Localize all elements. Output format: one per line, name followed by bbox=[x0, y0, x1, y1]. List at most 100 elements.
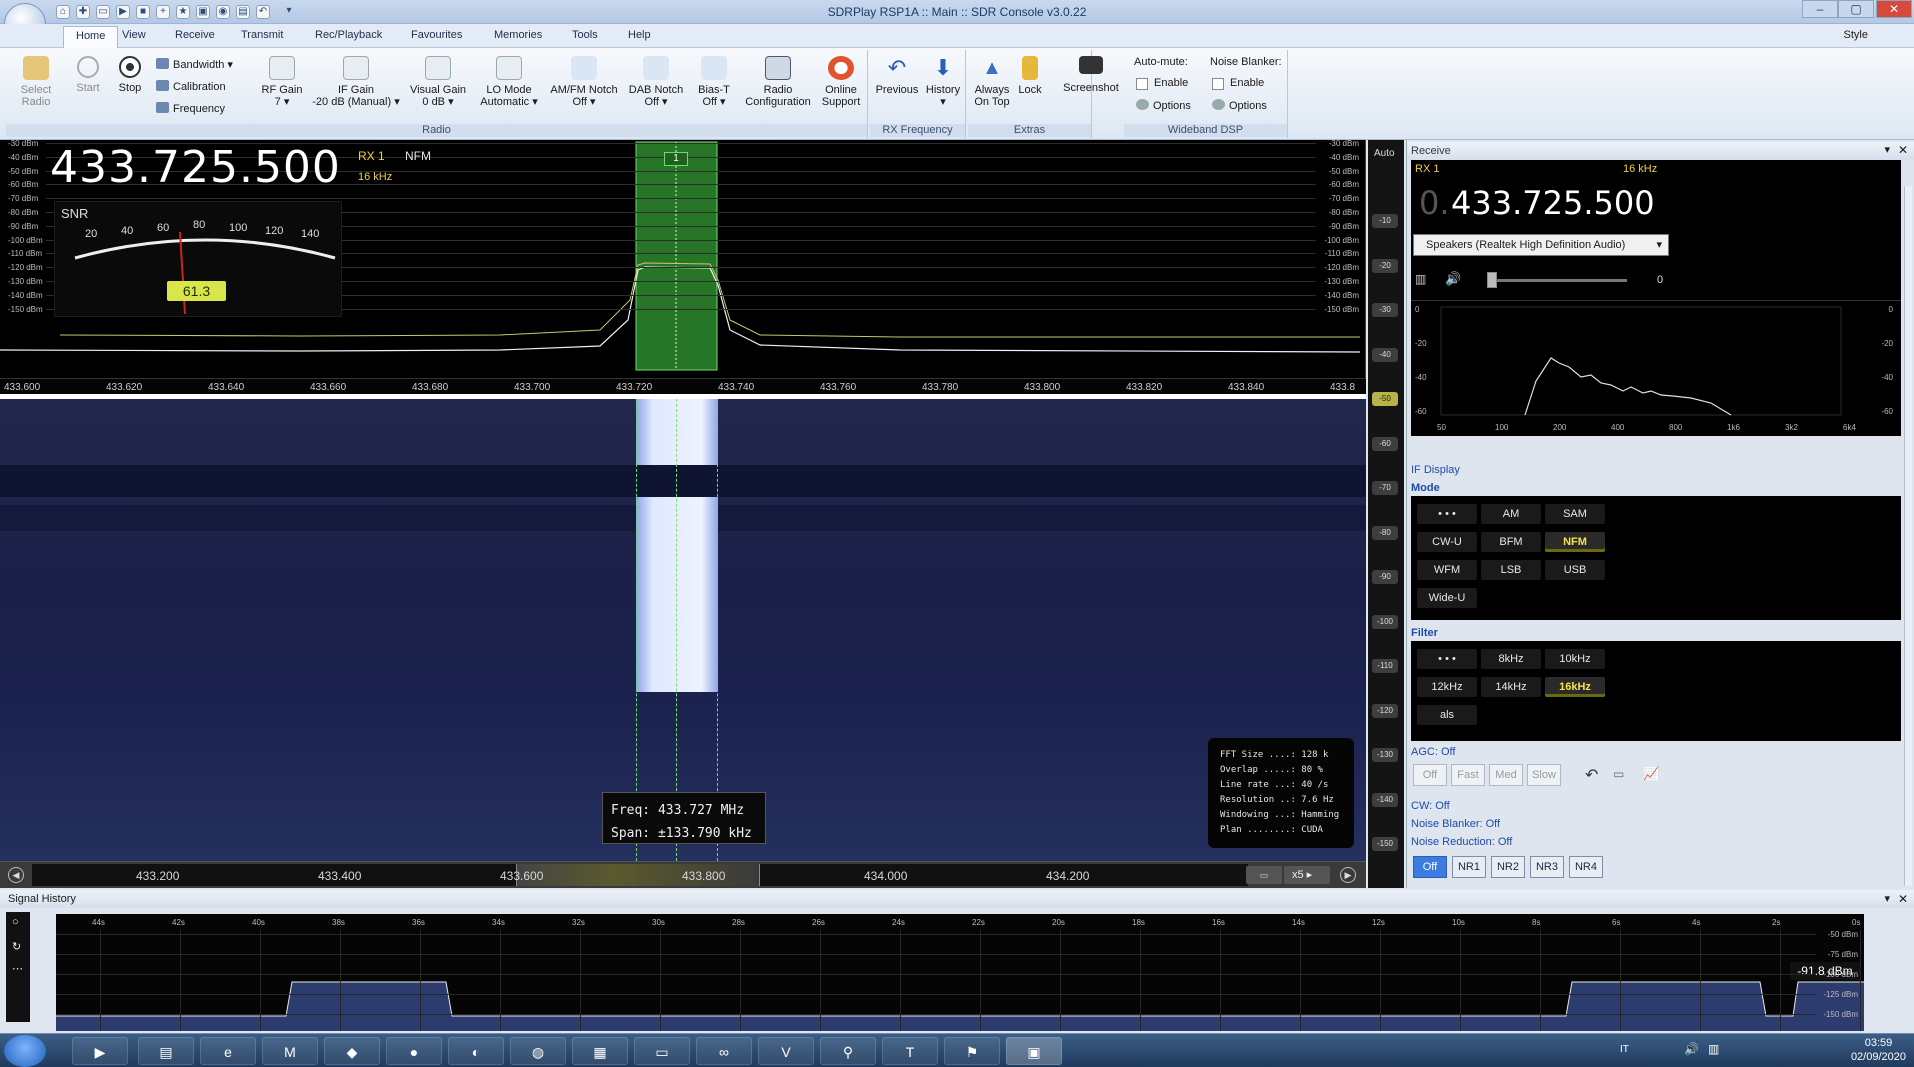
previous-button[interactable]: ↶ Previous bbox=[874, 56, 920, 97]
menu-tools[interactable]: Tools bbox=[572, 29, 598, 41]
rf-gain-button[interactable]: RF Gain 7 ▾ bbox=[258, 56, 306, 108]
image-icon[interactable]: ▤ bbox=[236, 5, 250, 19]
nr-button-nr2[interactable]: NR2 bbox=[1491, 856, 1525, 878]
panel-dropdown-icon[interactable]: ▾ bbox=[1884, 892, 1890, 905]
agc-button-med[interactable]: Med bbox=[1489, 764, 1523, 786]
mode-header[interactable]: Mode bbox=[1411, 482, 1440, 494]
colour-scale-label[interactable]: -40 bbox=[1372, 347, 1398, 362]
sdr-console-taskbar-button[interactable]: ▣ bbox=[1006, 1037, 1062, 1065]
auto-mute-options-button[interactable]: Options bbox=[1136, 99, 1191, 112]
bandwidth-button[interactable]: Bandwidth ▾ bbox=[156, 58, 233, 71]
lo-mode-button[interactable]: LO Mode Automatic ▾ bbox=[474, 56, 544, 108]
mode-button-am[interactable]: AM bbox=[1481, 504, 1541, 524]
mode-button-lsb[interactable]: LSB bbox=[1481, 560, 1541, 580]
speaker-icon[interactable]: 🔊 bbox=[1445, 271, 1461, 287]
scroll-right-button[interactable]: ▶ bbox=[1340, 867, 1356, 883]
colour-scale-label[interactable]: -60 bbox=[1372, 436, 1398, 451]
panel-close-icon[interactable]: ✕ bbox=[1898, 143, 1908, 157]
calibration-button[interactable]: Calibration bbox=[156, 80, 226, 93]
noise-reduction-header[interactable]: Noise Reduction: Off bbox=[1411, 836, 1512, 848]
media-player-icon[interactable]: ▶ bbox=[72, 1037, 128, 1065]
menu-help[interactable]: Help bbox=[628, 29, 651, 41]
nr-button-off[interactable]: Off bbox=[1413, 856, 1447, 878]
colour-scale-label[interactable]: -110 bbox=[1372, 659, 1398, 673]
filter-button-14khz[interactable]: 14kHz bbox=[1481, 677, 1541, 697]
agc-header[interactable]: AGC: Off bbox=[1411, 746, 1455, 758]
bias-t-button[interactable]: Bias-T Off ▾ bbox=[692, 56, 736, 108]
filter-header[interactable]: Filter bbox=[1411, 627, 1438, 639]
mode-button-bfm[interactable]: BFM bbox=[1481, 532, 1541, 552]
more-icon[interactable]: ⋯ bbox=[12, 962, 23, 975]
auto-mute-enable-checkbox[interactable] bbox=[1136, 78, 1148, 90]
close-button[interactable]: ✕ bbox=[1876, 0, 1912, 18]
maxthon-icon[interactable]: M bbox=[262, 1037, 318, 1065]
colour-scale-label[interactable]: -10 bbox=[1372, 214, 1398, 228]
dab-notch-button[interactable]: DAB Notch Off ▾ bbox=[624, 56, 688, 108]
home-icon[interactable]: ⌂ bbox=[56, 5, 70, 19]
stop-button[interactable]: Stop bbox=[110, 56, 150, 94]
paint-icon[interactable]: ◐ bbox=[448, 1037, 504, 1065]
settings-icon[interactable]: ✚ bbox=[76, 5, 90, 19]
filter-button-10khz[interactable]: 10kHz bbox=[1545, 649, 1605, 669]
colour-scale-label[interactable]: -90 bbox=[1372, 570, 1398, 584]
colour-scale-label[interactable]: -50 bbox=[1372, 392, 1398, 406]
volume-thumb[interactable] bbox=[1487, 272, 1497, 288]
style-menu[interactable]: Style bbox=[1844, 29, 1868, 41]
lock-button[interactable]: Lock bbox=[1016, 56, 1044, 96]
visual-gain-button[interactable]: Visual Gain 0 dB ▾ bbox=[406, 56, 470, 108]
terminal-icon[interactable]: ▭ bbox=[634, 1037, 690, 1065]
auto-scale-label[interactable]: Auto bbox=[1374, 148, 1395, 159]
colour-scale-label[interactable]: -100 bbox=[1372, 614, 1398, 629]
agc-button-fast[interactable]: Fast bbox=[1451, 764, 1485, 786]
mode-button-sam[interactable]: SAM bbox=[1545, 504, 1605, 524]
folder-icon[interactable]: ▭ bbox=[96, 5, 110, 19]
nr-button-nr3[interactable]: NR3 bbox=[1530, 856, 1564, 878]
frequency-display[interactable]: 433.725.500 bbox=[50, 142, 341, 193]
screenshot-button[interactable]: Screenshot bbox=[1060, 56, 1122, 94]
plus-icon[interactable]: + bbox=[156, 5, 170, 19]
always-on-top-button[interactable]: ▲ Always On Top bbox=[972, 56, 1012, 108]
panel-scrollbar[interactable] bbox=[1904, 186, 1912, 886]
mode-button-wideu[interactable]: Wide-U bbox=[1417, 588, 1477, 608]
internet-explorer-icon[interactable]: e bbox=[200, 1037, 256, 1065]
arduino-icon[interactable]: ∞ bbox=[696, 1037, 752, 1065]
colour-scale-label[interactable]: -30 bbox=[1372, 303, 1398, 317]
menu-rec-playback[interactable]: Rec/Playback bbox=[315, 29, 382, 41]
colour-scale-label[interactable]: -70 bbox=[1372, 481, 1398, 495]
language-indicator[interactable]: IT bbox=[1620, 1044, 1629, 1055]
agc-button-slow[interactable]: Slow bbox=[1527, 764, 1561, 786]
start-button[interactable]: Start bbox=[68, 56, 108, 94]
volume-slider[interactable] bbox=[1487, 279, 1627, 282]
frequency-button[interactable]: Frequency bbox=[156, 102, 225, 115]
maximize-button[interactable]: ▢ bbox=[1838, 0, 1874, 18]
select-radio-button[interactable]: Select Radio bbox=[10, 56, 62, 108]
agc-graph-icon[interactable]: 📈 bbox=[1643, 766, 1659, 782]
colour-scale-label[interactable]: -80 bbox=[1372, 525, 1398, 540]
minimize-button[interactable]: – bbox=[1802, 0, 1838, 18]
menu-home[interactable]: Home bbox=[63, 26, 119, 48]
search-icon[interactable]: ⚲ bbox=[820, 1037, 876, 1065]
mode-button-wfm[interactable]: WFM bbox=[1417, 560, 1477, 580]
monitor-icon[interactable]: ▦ bbox=[572, 1037, 628, 1065]
colour-scale[interactable]: Auto -10 -20 -30 -40 -50 -60 -70 -80 -90 -100 -110… bbox=[1368, 140, 1404, 888]
noise-blanker-enable-checkbox[interactable] bbox=[1212, 78, 1224, 90]
filter-button-als[interactable]: als bbox=[1417, 705, 1477, 725]
filter-button-16khz[interactable]: 16kHz bbox=[1545, 677, 1605, 697]
cw-header[interactable]: CW: Off bbox=[1411, 800, 1450, 812]
start-button[interactable] bbox=[4, 1035, 46, 1067]
frequency-scroll-bar[interactable]: ◀ ▭ x5 ▸ ▶ 433.200 433.400 433.600 433.800 4… bbox=[0, 861, 1366, 888]
menu-transmit[interactable]: Transmit bbox=[241, 29, 283, 41]
camera-icon[interactable]: ◉ bbox=[216, 5, 230, 19]
colour-scale-label[interactable]: -140 bbox=[1372, 792, 1398, 807]
menu-memories[interactable]: Memories bbox=[494, 29, 542, 41]
play-icon[interactable]: ▶ bbox=[116, 5, 130, 19]
filter-more-button[interactable]: • • • bbox=[1417, 649, 1477, 669]
reset-icon[interactable]: ↶ bbox=[1585, 765, 1598, 785]
if-gain-button[interactable]: IF Gain -20 dB (Manual) ▾ bbox=[308, 56, 404, 108]
scroll-left-button[interactable]: ◀ bbox=[8, 867, 24, 883]
lock-icon[interactable]: ▣ bbox=[196, 5, 210, 19]
firefox-icon[interactable]: ● bbox=[386, 1037, 442, 1065]
panel-dropdown-icon[interactable]: ▾ bbox=[1884, 143, 1890, 156]
filter-button-8khz[interactable]: 8kHz bbox=[1481, 649, 1541, 669]
globe-icon[interactable]: ◍ bbox=[510, 1037, 566, 1065]
